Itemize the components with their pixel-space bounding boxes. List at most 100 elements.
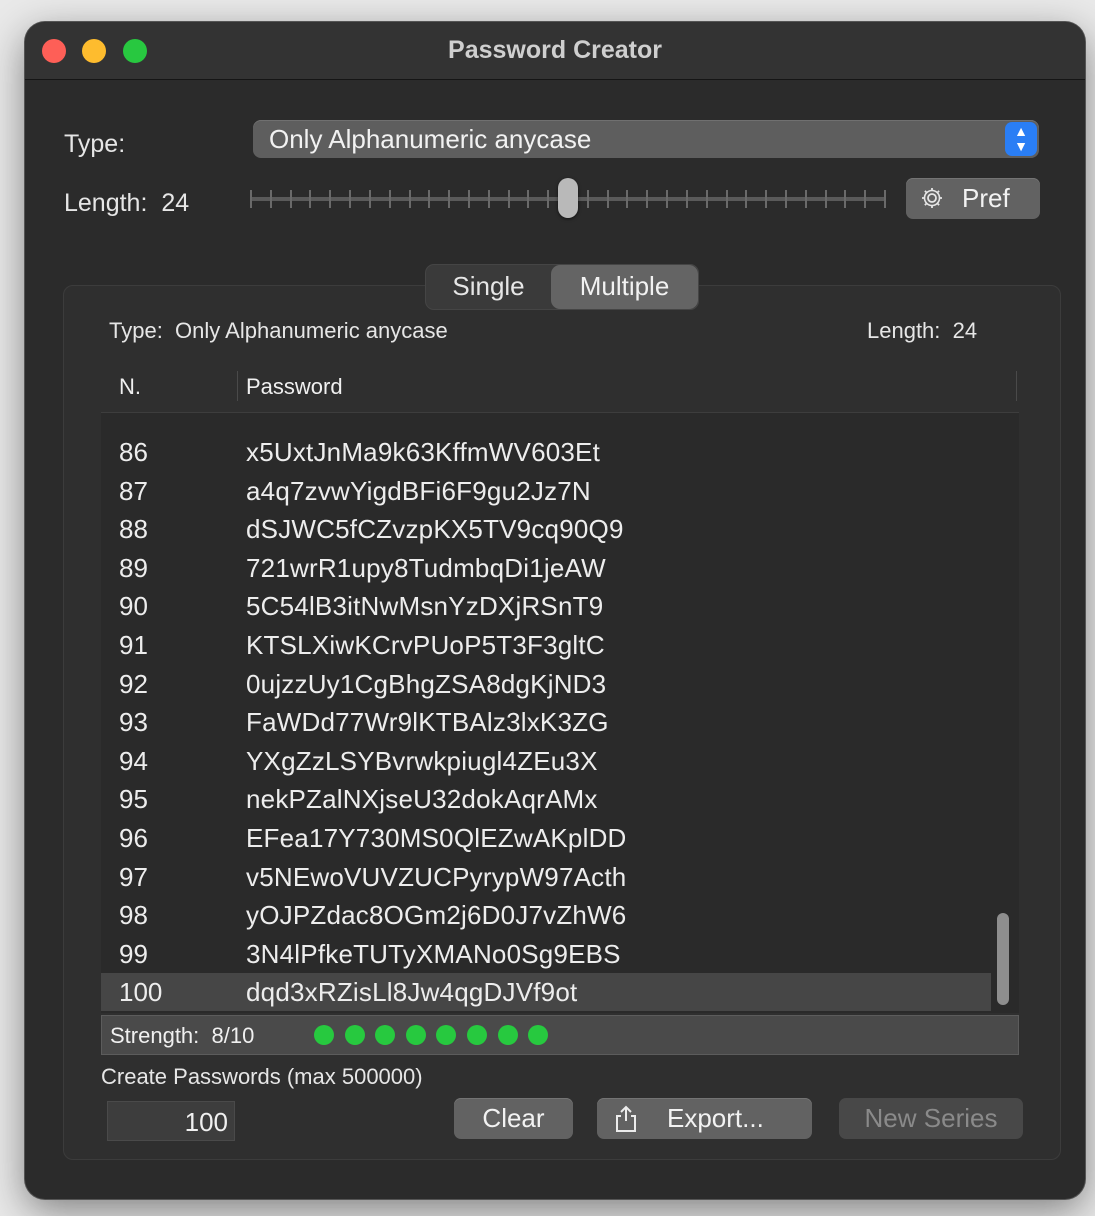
table-row[interactable]: 89 721wrR1upy8TudmbqDi1jeAW (101, 549, 991, 587)
slider-tick (666, 190, 669, 208)
row-number: 87 (119, 475, 148, 506)
strength-dot (497, 1025, 518, 1045)
row-number: 90 (119, 591, 148, 622)
row-password: yOJPZdac8OGm2j6D0J7vZhW6 (246, 900, 627, 931)
strength-dot (375, 1025, 396, 1045)
slider-tick (408, 190, 411, 208)
clear-button[interactable]: Clear (454, 1098, 573, 1139)
slider-tick (725, 190, 728, 208)
slider-tick (606, 190, 609, 208)
info-type: Type: Only Alphanumeric anycase (109, 318, 448, 343)
column-header-number[interactable]: N. (119, 374, 141, 400)
info-type-value: Only Alphanumeric anycase (175, 318, 448, 343)
table-row[interactable]: 93 FaWDd77Wr9lKTBAlz3lxK3ZG (101, 703, 991, 741)
row-password: 721wrR1upy8TudmbqDi1jeAW (246, 552, 606, 583)
pref-button[interactable]: Pref (906, 178, 1040, 219)
window-title: Password Creator (448, 36, 662, 64)
app-window: Password Creator Type: Only Alphanumeric… (25, 22, 1085, 1199)
table-row[interactable]: 100 dqd3xRZisLl8Jw4qgDJVf9ot (101, 973, 991, 1012)
row-password: x5UxtJnMa9k63KffmWV603Et (246, 437, 601, 467)
slider-tick (765, 190, 768, 208)
slider-tick (428, 190, 431, 208)
row-password: 3N4lPfkeTUTyXMANo0Sg9EBS (246, 938, 621, 969)
slider-tick (844, 190, 847, 208)
tab-multiple[interactable]: Multiple (551, 265, 698, 309)
mode-segmented-control[interactable]: Single Multiple (425, 264, 699, 310)
table-row[interactable]: 91 KTSLXiwKCrvPUoP5T3F3gltC (101, 626, 991, 664)
password-count-field[interactable]: 100 (107, 1101, 235, 1141)
length-slider-knob[interactable] (558, 178, 578, 218)
row-number: 100 (119, 977, 163, 1008)
row-number: 97 (119, 861, 148, 892)
slider-tick (626, 190, 629, 208)
updown-chevron-icon: ▲ ▼ (1005, 122, 1037, 156)
password-table: N. Password 86 x5UxtJnMa9k63KffmWV603Et 87… (101, 359, 1019, 1013)
slider-tick (745, 190, 748, 208)
table-row[interactable]: 90 5C54lB3itNwMsnYzDXjRSnT9 (101, 587, 991, 625)
table-row[interactable]: 95 nekPZalNXjseU32dokAqrAMx (101, 780, 991, 818)
type-popup-value: Only Alphanumeric anycase (269, 124, 592, 154)
table-row[interactable]: 88 dSJWC5fCZvzpKX5TV9cq90Q9 (101, 510, 991, 548)
slider-tick (467, 190, 470, 208)
row-number: 98 (119, 900, 148, 931)
table-row[interactable]: 97 v5NEwoVUVZUCPyrypW97Acth (101, 858, 991, 896)
table-row[interactable]: 99 3N4lPfkeTUTyXMANo0Sg9EBS (101, 935, 991, 973)
table-row[interactable]: 92 0ujzzUy1CgBhgZSA8dgKjND3 (101, 665, 991, 703)
table-row[interactable]: 96 EFea17Y730MS0QlEZwAKplDD (101, 819, 991, 857)
row-password: v5NEwoVUVZUCPyrypW97Acth (246, 861, 627, 892)
strength-dot (528, 1025, 549, 1045)
type-label: Type: (64, 130, 126, 158)
export-button-label: Export... (667, 1103, 764, 1133)
new-series-button[interactable]: New Series (839, 1098, 1023, 1139)
row-number: 96 (119, 823, 148, 853)
strength-dot (344, 1025, 365, 1045)
table-row[interactable]: 94 YXgZzLSYBvrwkpiugl4ZEu3X (101, 742, 991, 780)
length-label: Length: 24 (64, 189, 190, 217)
gear-icon (920, 186, 944, 217)
slider-tick (527, 190, 530, 208)
strength-dot (405, 1025, 426, 1045)
column-divider (237, 371, 238, 401)
row-number: 91 (119, 630, 148, 660)
strength-dot (436, 1025, 457, 1045)
table-scrollbar[interactable] (997, 913, 1009, 1005)
strength-dot (314, 1025, 334, 1045)
row-password: YXgZzLSYBvrwkpiugl4ZEu3X (246, 745, 598, 776)
pref-button-label: Pref (962, 183, 1010, 213)
slider-tick (884, 190, 886, 208)
slider-tick (349, 190, 352, 208)
row-number: 92 (119, 668, 148, 699)
row-password: a4q7zvwYigdBFi6F9gu2Jz7N (246, 475, 591, 506)
row-password: nekPZalNXjseU32dokAqrAMx (246, 784, 598, 815)
info-length-value: 24 (952, 318, 978, 343)
length-value: 24 (161, 189, 190, 217)
row-password: EFea17Y730MS0QlEZwAKplDD (246, 823, 627, 853)
slider-tick (804, 190, 807, 208)
export-button[interactable]: Export... (597, 1098, 812, 1139)
slider-tick (448, 190, 451, 208)
title-bar: Password Creator (25, 22, 1085, 80)
slider-tick (368, 190, 371, 208)
strength-label: Strength: 8/10 (110, 1023, 255, 1048)
row-password: FaWDd77Wr9lKTBAlz3lxK3ZG (246, 707, 609, 738)
table-row[interactable]: 98 yOJPZdac8OGm2j6D0J7vZhW6 (101, 896, 991, 934)
row-password: dqd3xRZisLl8Jw4qgDJVf9ot (246, 977, 578, 1008)
slider-tick (309, 190, 312, 208)
slider-tick (547, 190, 550, 208)
slider-tick (586, 190, 589, 208)
slider-tick (289, 190, 292, 208)
table-row[interactable]: 87 a4q7zvwYigdBFi6F9gu2Jz7N (101, 472, 991, 510)
type-popup[interactable]: Only Alphanumeric anycase ▲ ▼ (253, 120, 1039, 158)
strength-bar: Strength: 8/10 (101, 1015, 1019, 1055)
tab-single[interactable]: Single (426, 265, 551, 309)
row-number: 95 (119, 784, 148, 815)
slider-tick (784, 190, 787, 208)
info-length: Length: 24 (867, 318, 978, 343)
slider-tick (507, 190, 510, 208)
row-number: 99 (119, 938, 148, 969)
slider-tick (705, 190, 708, 208)
slider-tick (329, 190, 332, 208)
column-header-password[interactable]: Password (246, 374, 343, 400)
table-row[interactable]: 86 x5UxtJnMa9k63KffmWV603Et (101, 433, 991, 471)
row-password: dSJWC5fCZvzpKX5TV9cq90Q9 (246, 514, 624, 545)
